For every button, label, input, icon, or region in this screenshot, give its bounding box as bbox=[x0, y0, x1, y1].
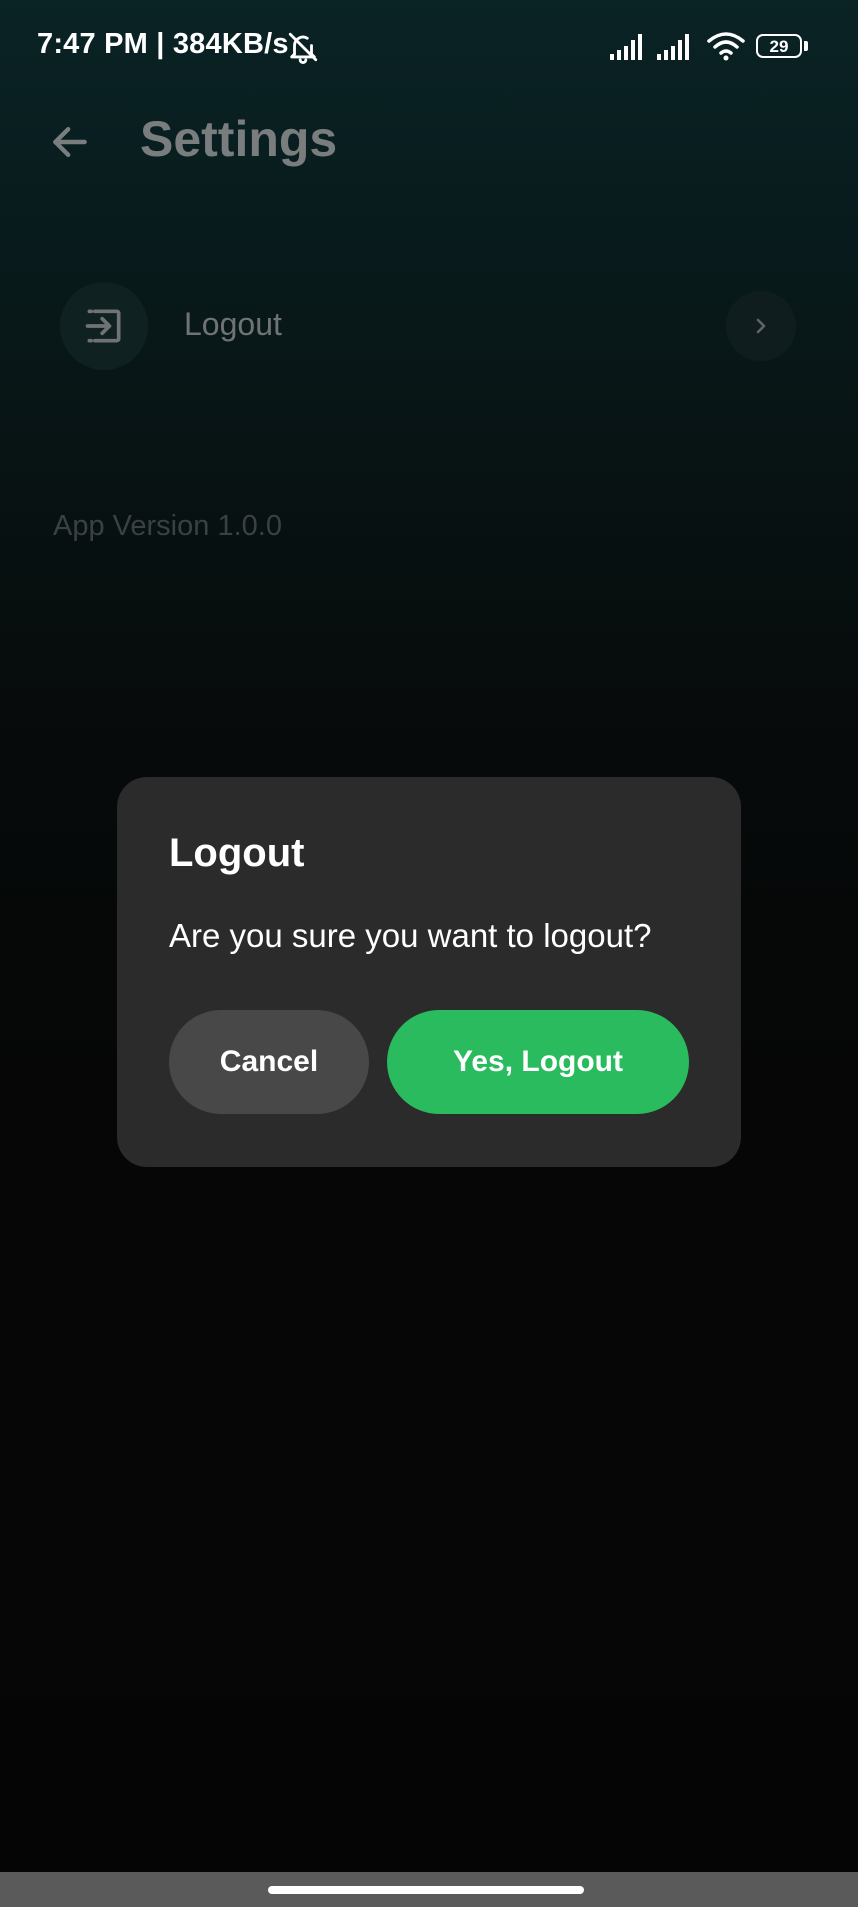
chevron-container bbox=[726, 291, 796, 361]
wifi-icon bbox=[707, 32, 745, 61]
dialog-title: Logout bbox=[169, 831, 305, 875]
cancel-button[interactable]: Cancel bbox=[169, 1010, 369, 1114]
status-time: 7:47 PM | 384KB/s bbox=[37, 28, 289, 60]
cellular-signal-icon bbox=[610, 34, 642, 60]
logout-icon-container bbox=[60, 282, 148, 370]
logout-dialog: Logout Are you sure you want to logout? … bbox=[117, 777, 741, 1167]
status-bar: 7:47 PM | 384KB/s 29 bbox=[0, 0, 858, 96]
back-arrow-icon[interactable] bbox=[48, 120, 92, 164]
logout-icon bbox=[85, 309, 121, 343]
home-indicator[interactable] bbox=[268, 1886, 584, 1894]
bell-off-icon bbox=[288, 32, 318, 64]
dialog-message: Are you sure you want to logout? bbox=[169, 917, 652, 954]
settings-item-label: Logout bbox=[184, 306, 282, 342]
chevron-right-icon bbox=[756, 318, 766, 334]
battery-cap bbox=[804, 41, 808, 51]
battery-level: 29 bbox=[769, 36, 789, 56]
page-title: Settings bbox=[140, 111, 338, 167]
battery-indicator: 29 bbox=[756, 34, 802, 58]
app-version-text: App Version 1.0.0 bbox=[53, 510, 282, 542]
cellular-signal-icon-2 bbox=[657, 34, 689, 60]
confirm-logout-button[interactable]: Yes, Logout bbox=[387, 1010, 689, 1114]
screen: 7:47 PM | 384KB/s 29 Settings Logout App… bbox=[0, 0, 858, 1907]
navigation-bar bbox=[0, 1872, 858, 1907]
settings-item-logout[interactable]: Logout bbox=[60, 282, 800, 370]
